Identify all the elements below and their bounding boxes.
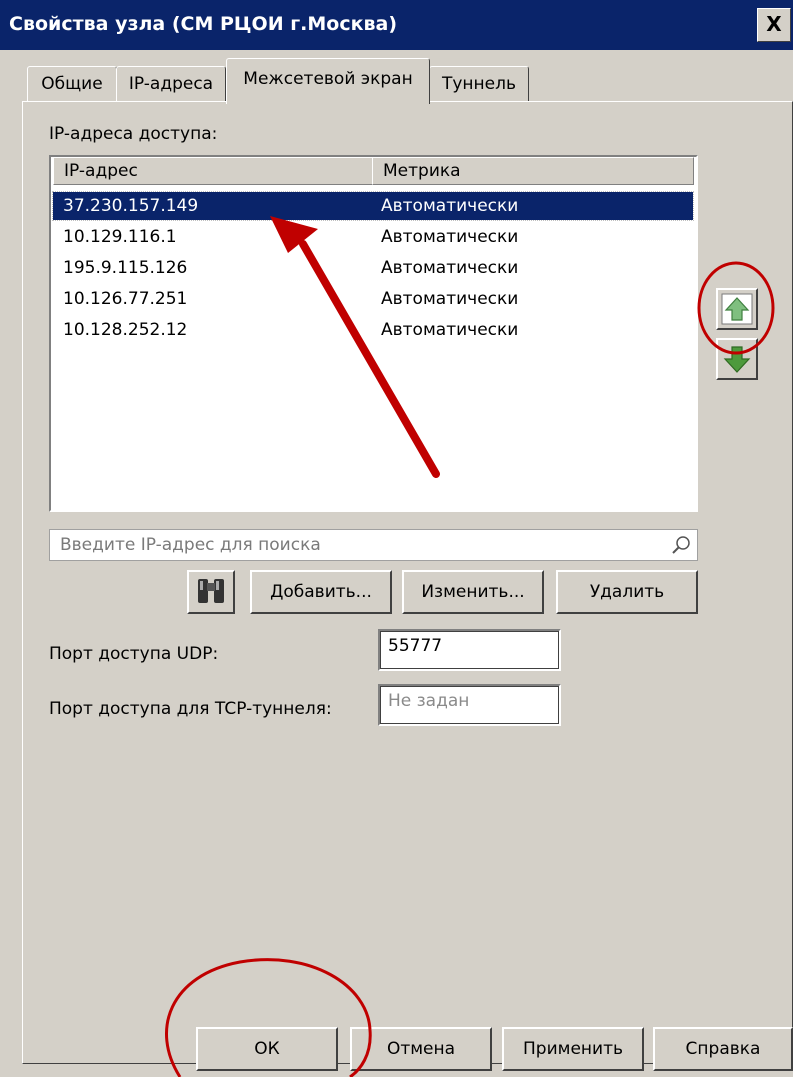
tab-tunnel[interactable]: Туннель bbox=[429, 66, 529, 102]
metric-cell: Автоматически bbox=[381, 258, 519, 278]
close-icon: X bbox=[766, 12, 782, 36]
close-button[interactable]: X bbox=[757, 8, 791, 42]
arrow-down-icon bbox=[723, 346, 751, 373]
window-title: Свойства узла (СМ РЦОИ г.Москва) bbox=[9, 13, 398, 35]
button-label: ОК bbox=[254, 1039, 280, 1059]
ip-cell: 10.128.252.12 bbox=[63, 320, 188, 340]
tcp-port-placeholder: Не задан bbox=[388, 691, 470, 711]
udp-port-field[interactable]: 55777 bbox=[378, 629, 561, 671]
table-row[interactable]: 10.128.252.12 Автоматически bbox=[53, 316, 693, 344]
edit-button[interactable]: Изменить... bbox=[402, 570, 544, 614]
ok-button[interactable]: ОК bbox=[196, 1027, 338, 1071]
ip-search-input[interactable]: Введите IP-адрес для поиска bbox=[49, 529, 698, 561]
column-header-ip[interactable]: IP-адрес bbox=[53, 157, 373, 185]
search-placeholder: Введите IP-адрес для поиска bbox=[60, 535, 321, 555]
tab-label: Общие bbox=[41, 74, 103, 94]
table-row[interactable]: 37.230.157.149 Автоматически bbox=[52, 191, 694, 221]
column-header-label: IP-адрес bbox=[64, 161, 138, 181]
metric-cell: Автоматически bbox=[381, 320, 519, 340]
button-label: Изменить... bbox=[421, 582, 525, 602]
tcp-port-label: Порт доступа для TCP-туннеля: bbox=[49, 699, 332, 719]
tab-label: IP-адреса bbox=[128, 74, 214, 94]
ip-address-list[interactable]: IP-адрес Метрика 37.230.157.149 Автомати… bbox=[49, 155, 698, 512]
apply-button[interactable]: Применить bbox=[502, 1027, 644, 1071]
arrow-up-icon bbox=[721, 293, 753, 325]
metric-cell: Автоматически bbox=[381, 227, 519, 247]
move-up-button[interactable] bbox=[716, 288, 758, 330]
help-button[interactable]: Справка bbox=[653, 1027, 793, 1071]
move-down-button[interactable] bbox=[716, 338, 758, 380]
table-row[interactable]: 195.9.115.126 Автоматически bbox=[53, 254, 693, 282]
tab-label: Межсетевой экран bbox=[243, 69, 413, 89]
tab-general[interactable]: Общие bbox=[27, 66, 117, 102]
magnifier-icon bbox=[672, 536, 690, 554]
table-row[interactable]: 10.126.77.251 Автоматически bbox=[53, 285, 693, 313]
metric-cell: Автоматически bbox=[381, 289, 519, 309]
add-button[interactable]: Добавить... bbox=[250, 570, 392, 614]
button-label: Отмена bbox=[386, 1039, 456, 1059]
column-header-label: Метрика bbox=[383, 161, 461, 181]
button-label: Справка bbox=[685, 1039, 761, 1059]
udp-port-label: Порт доступа UDP: bbox=[49, 644, 219, 664]
delete-button[interactable]: Удалить bbox=[556, 570, 698, 614]
find-button[interactable] bbox=[187, 570, 235, 614]
tab-label: Туннель bbox=[441, 74, 517, 94]
tcp-port-field[interactable]: Не задан bbox=[378, 684, 561, 726]
tab-ip-addresses[interactable]: IP-адреса bbox=[116, 66, 226, 102]
table-row[interactable]: 10.129.116.1 Автоматически bbox=[53, 223, 693, 251]
ip-cell: 37.230.157.149 bbox=[63, 196, 199, 216]
column-header-metric[interactable]: Метрика bbox=[372, 157, 694, 185]
button-label: Удалить bbox=[589, 582, 665, 602]
ip-cell: 10.129.116.1 bbox=[63, 227, 177, 247]
button-label: Применить bbox=[523, 1039, 623, 1059]
button-label: Добавить... bbox=[270, 582, 372, 602]
ip-cell: 195.9.115.126 bbox=[63, 258, 188, 278]
ip-list-label: IP-адреса доступа: bbox=[49, 124, 218, 144]
tab-firewall[interactable]: Межсетевой экран bbox=[226, 58, 430, 104]
cancel-button[interactable]: Отмена bbox=[350, 1027, 492, 1071]
title-bar: Свойства узла (СМ РЦОИ г.Москва) X bbox=[0, 0, 793, 50]
ip-cell: 10.126.77.251 bbox=[63, 289, 188, 309]
udp-port-value: 55777 bbox=[388, 636, 443, 656]
metric-cell: Автоматически bbox=[381, 196, 519, 216]
binoculars-icon bbox=[198, 579, 224, 603]
